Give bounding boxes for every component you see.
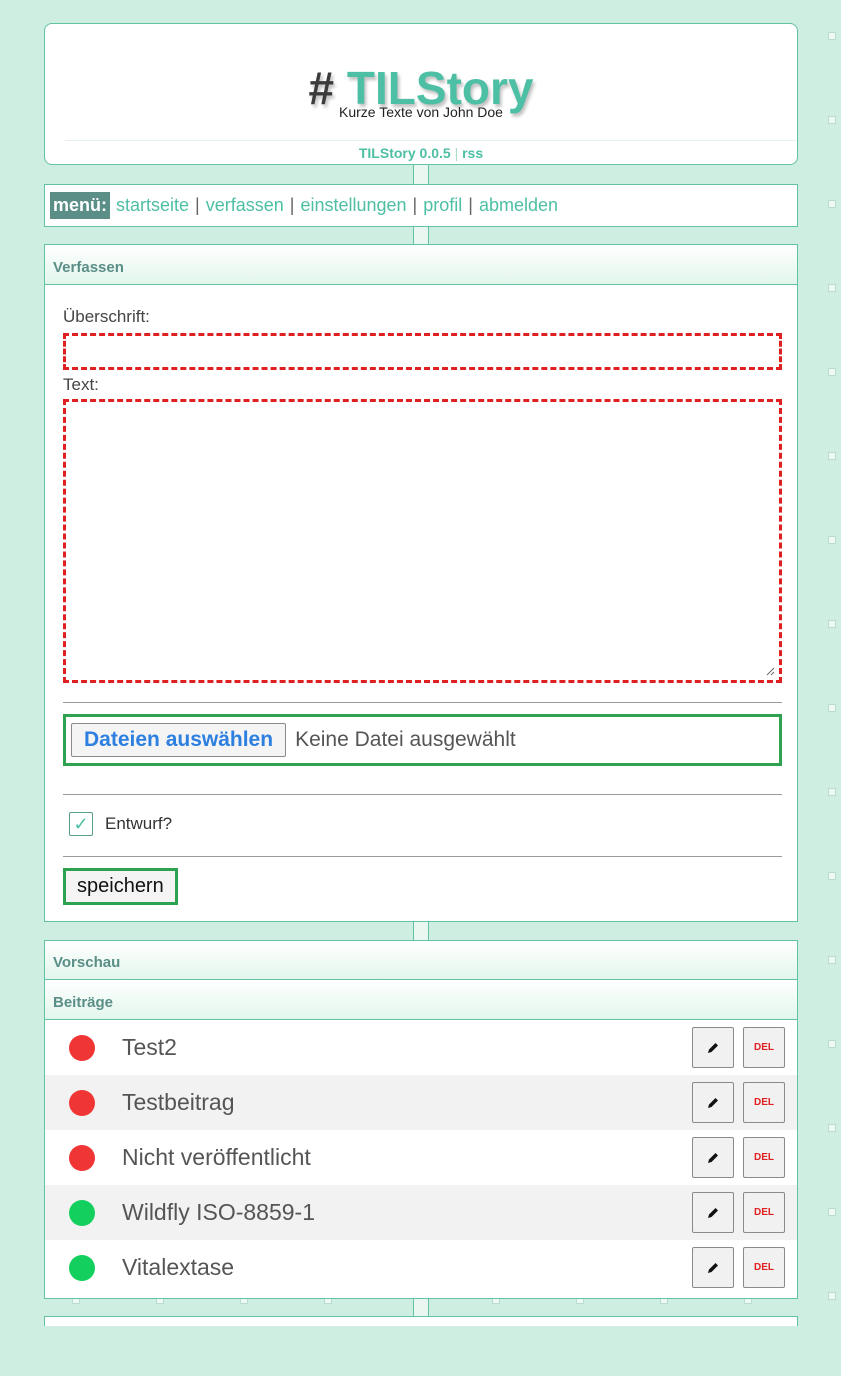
- main-menu: menü: startseite | verfassen | einstellu…: [44, 184, 798, 227]
- connector: [413, 227, 429, 244]
- menu-separator: |: [468, 195, 473, 215]
- edit-button[interactable]: [692, 1192, 734, 1233]
- pencil-icon: [708, 1262, 718, 1273]
- edit-button[interactable]: [692, 1082, 734, 1123]
- next-panel: [44, 1316, 798, 1326]
- delete-button[interactable]: DEL: [743, 1247, 785, 1288]
- divider: [63, 794, 782, 795]
- draft-row: ✓ Entwurf?: [69, 812, 172, 836]
- status-dot: [69, 1254, 95, 1281]
- connector: [413, 922, 429, 940]
- delete-button[interactable]: DEL: [743, 1137, 785, 1178]
- post-title[interactable]: Nicht veröffentlicht: [122, 1144, 311, 1171]
- edit-button[interactable]: [692, 1027, 734, 1068]
- resize-handle-icon[interactable]: [765, 666, 775, 676]
- status-dot: [69, 1034, 95, 1061]
- post-row: Nicht veröffentlicht DEL: [45, 1130, 797, 1185]
- menu-label: menü:: [50, 192, 110, 219]
- post-row: Wildfly ISO-8859-1 DEL: [45, 1185, 797, 1240]
- pencil-icon: [708, 1097, 718, 1108]
- post-row: Testbeitrag DEL: [45, 1075, 797, 1130]
- pencil-icon: [708, 1152, 718, 1163]
- draft-label: Entwurf?: [105, 814, 173, 833]
- menu-item-einstellungen[interactable]: einstellungen: [300, 195, 406, 216]
- choose-files-button[interactable]: Dateien auswählen: [71, 723, 287, 757]
- header-footer: TILStory 0.0.5 | rss: [45, 145, 797, 161]
- preview-panel: Vorschau Beiträge Test2 DEL Testbeitrag …: [44, 940, 798, 1299]
- post-row: Test2 DEL: [45, 1020, 797, 1075]
- edge-decoration: [828, 32, 838, 1376]
- compose-panel: Verfassen Überschrift: Text: Dateien aus…: [44, 244, 798, 922]
- file-status: Keine Datei ausgewählt: [295, 728, 516, 751]
- draft-checkbox[interactable]: ✓: [69, 812, 93, 836]
- menu-separator: |: [289, 195, 295, 215]
- status-dot: [69, 1199, 95, 1226]
- menu-separator: |: [195, 195, 200, 215]
- post-title[interactable]: Testbeitrag: [122, 1089, 235, 1116]
- post-row: Vitalextase DEL: [45, 1240, 797, 1295]
- separator: |: [454, 145, 459, 161]
- edit-button[interactable]: [692, 1137, 734, 1178]
- divider: [65, 140, 797, 141]
- title-input[interactable]: [63, 333, 782, 370]
- menu-item-startseite[interactable]: startseite: [116, 195, 189, 216]
- pencil-icon: [708, 1207, 718, 1218]
- post-title[interactable]: Vitalextase: [122, 1254, 234, 1281]
- delete-button[interactable]: DEL: [743, 1027, 785, 1068]
- post-title[interactable]: Test2: [122, 1034, 177, 1061]
- rss-link[interactable]: rss: [462, 145, 483, 161]
- version-link[interactable]: TILStory 0.0.5: [359, 145, 451, 161]
- text-area[interactable]: [63, 399, 782, 683]
- status-dot: [69, 1089, 95, 1116]
- delete-button[interactable]: DEL: [743, 1082, 785, 1123]
- connector: [413, 165, 429, 184]
- site-subtitle: Kurze Texte von John Doe: [339, 104, 503, 120]
- post-list: Test2 DEL Testbeitrag DEL Nicht veröffen…: [45, 1020, 797, 1295]
- site-header: # TILStory Kurze Texte von John Doe TILS…: [44, 23, 798, 165]
- compose-heading: Verfassen: [45, 245, 797, 285]
- delete-button[interactable]: DEL: [743, 1192, 785, 1233]
- edit-button[interactable]: [692, 1247, 734, 1288]
- menu-separator: |: [412, 195, 418, 215]
- divider: [63, 702, 782, 703]
- pencil-icon: [708, 1042, 718, 1053]
- menu-item-verfassen[interactable]: verfassen: [206, 195, 284, 216]
- status-dot: [69, 1144, 95, 1171]
- file-upload: Dateien auswählen Keine Datei ausgewählt: [63, 714, 782, 766]
- preview-heading: Vorschau: [45, 941, 797, 980]
- divider: [63, 856, 782, 857]
- post-title[interactable]: Wildfly ISO-8859-1: [122, 1199, 315, 1226]
- posts-heading: Beiträge: [45, 980, 797, 1020]
- menu-item-profil[interactable]: profil: [423, 195, 462, 216]
- save-button[interactable]: speichern: [63, 868, 178, 905]
- menu-item-abmelden[interactable]: abmelden: [479, 195, 558, 216]
- title-label: Überschrift:: [63, 307, 150, 326]
- text-label: Text:: [63, 375, 99, 394]
